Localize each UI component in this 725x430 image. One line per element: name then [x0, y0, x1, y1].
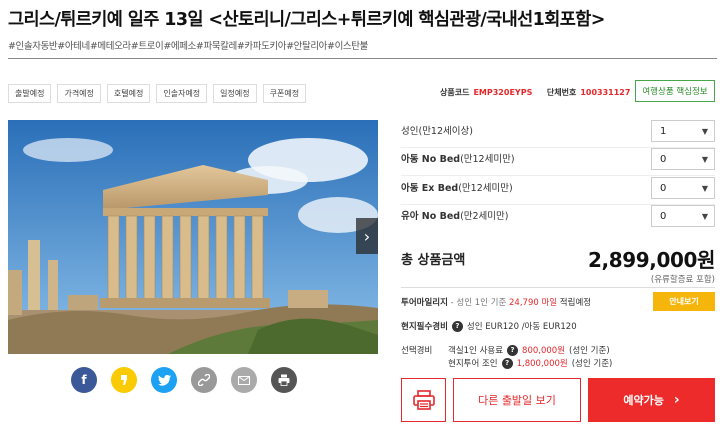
key-info-button[interactable]: 여행상품 핵심정보: [635, 80, 715, 102]
other-dates-button[interactable]: 다른 출발일 보기: [453, 378, 581, 422]
local-tour-join-fee: 현지투어 조인 ? 1,800,000원 (성인 기준): [448, 357, 613, 369]
tab-hotel[interactable]: 호텔예정: [106, 84, 151, 103]
adult-count-select[interactable]: 1 ▼: [651, 120, 715, 142]
option-label: 아동 Ex Bed(만12세미만): [401, 183, 513, 194]
single-room-fee: 객실1인 사용료 ? 800,000원 (성인 기준): [448, 344, 610, 356]
product-code-label: 상품코드: [440, 88, 470, 97]
help-icon[interactable]: ?: [451, 320, 463, 332]
chevron-right-icon: ›: [673, 392, 680, 408]
tab-departure[interactable]: 출발예정: [8, 84, 52, 103]
option-row-infant: 유아 No Bed(만2세미만) 0 ▼: [401, 205, 715, 233]
title-divider: [8, 58, 717, 59]
local-fee-info: 현지필수경비 ? 성인 EUR120 /아동 EUR120: [401, 320, 577, 332]
product-title: 그리스/튀르키예 일주 13일 <산토리니/그리스+튀르키예 핵심관광/국내선1…: [8, 10, 605, 30]
facebook-icon[interactable]: f: [71, 367, 97, 393]
price-divider: [401, 287, 715, 288]
option-row-child-nobed: 아동 No Bed(만12세미만) 0 ▼: [401, 148, 715, 176]
mileage-info: 투어마일리지 - 성인 1인 기준 24,790 마일 적립예정: [401, 298, 592, 308]
chevron-down-icon: ▼: [701, 155, 708, 164]
selective-fee-label: 선택경비: [401, 346, 433, 356]
option-label: 유아 No Bed(만2세미만): [401, 211, 509, 222]
tab-guide[interactable]: 인솔자예정: [156, 84, 208, 103]
print-button[interactable]: [401, 378, 446, 422]
tab-schedule[interactable]: 일정예정: [213, 84, 257, 103]
info-tabs: 출발예정 가격예정 호텔예정 인솔자예정 일정예정 쿠폰예정: [8, 84, 307, 103]
next-photo-button[interactable]: ›: [356, 218, 378, 254]
printer-icon: [412, 390, 435, 410]
group-no-label: 단체번호: [546, 88, 577, 97]
infant-count-select[interactable]: 0 ▼: [651, 205, 715, 227]
option-row-child-exbed: 아동 Ex Bed(만12세미만) 0 ▼: [401, 177, 715, 205]
email-icon[interactable]: [231, 367, 257, 393]
option-label: 아동 No Bed(만12세미만): [401, 154, 515, 165]
product-code-value: EMP320EYPS: [473, 88, 533, 97]
child-exbed-count-select[interactable]: 0 ▼: [651, 177, 715, 199]
chevron-down-icon: ▼: [701, 127, 708, 136]
help-icon[interactable]: ?: [501, 357, 513, 369]
product-tags: #인솔자동반#아테네#메테오라#트로이#에페소#파묵칼레#카파도키아#안탈리아#…: [8, 41, 368, 52]
group-no-value: 100331127: [580, 88, 631, 97]
product-photo: ›: [8, 120, 378, 354]
share-bar: f: [71, 367, 297, 393]
kakaostory-icon[interactable]: [111, 367, 137, 393]
parthenon-image: [8, 120, 378, 354]
mileage-guide-button[interactable]: 안내보기: [653, 292, 715, 311]
option-row-adult: 성인(만12세이상) 1 ▼: [401, 120, 715, 148]
fuel-surcharge-note: (유류할증료 포함): [650, 275, 715, 285]
link-icon[interactable]: [191, 367, 217, 393]
product-codes: 상품코드 EMP320EYPS 단체번호 100331127: [440, 87, 642, 98]
tab-coupon[interactable]: 쿠폰예정: [262, 84, 307, 103]
total-price-label: 총 상품금액: [401, 253, 466, 268]
chevron-down-icon: ▼: [701, 212, 708, 221]
book-button[interactable]: 예약가능 ›: [588, 378, 715, 422]
chevron-down-icon: ▼: [701, 184, 708, 193]
total-price-value: 2,899,000원: [587, 248, 715, 272]
twitter-icon[interactable]: [151, 367, 177, 393]
help-icon[interactable]: ?: [507, 344, 519, 356]
child-nobed-count-select[interactable]: 0 ▼: [651, 148, 715, 170]
option-label: 성인(만12세이상): [401, 126, 473, 137]
tab-price[interactable]: 가격예정: [57, 84, 101, 103]
print-icon[interactable]: [271, 367, 297, 393]
